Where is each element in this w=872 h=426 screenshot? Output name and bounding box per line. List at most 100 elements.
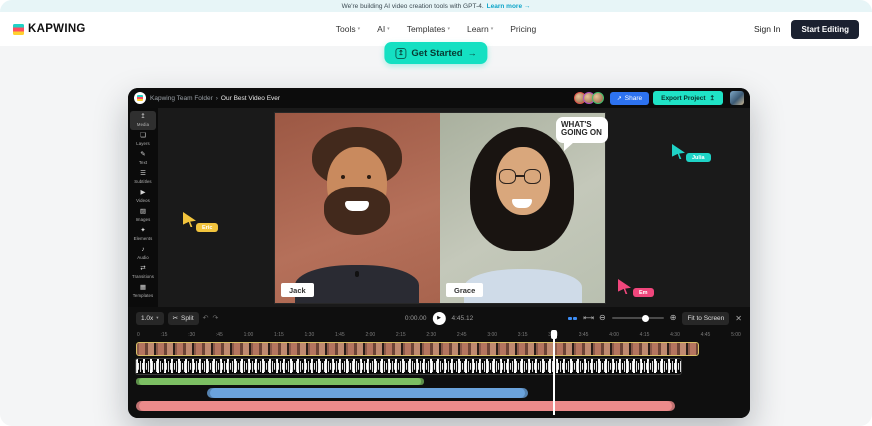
breadcrumb-folder[interactable]: Kapwing Team Folder [150,95,213,102]
transitions-icon: ⇄ [140,266,145,273]
sidebar-item-elements[interactable]: ✦ Elements [130,225,156,244]
speaker-name-tag[interactable]: Grace [446,283,483,297]
collab-cursor-eric [183,212,196,227]
ruler-tick: 2:15 [396,332,406,338]
subtitles-icon: ☰ [140,171,146,178]
speaker-name-tag[interactable]: Jack [281,283,314,297]
playback-speed-button[interactable]: 1.0x ▾ [136,312,164,325]
glasses [499,169,516,184]
nav-pricing[interactable]: Pricing [510,24,536,34]
project-title[interactable]: Our Best Video Ever [221,95,280,102]
nav-tools[interactable]: Tools ▾ [336,24,360,34]
avatar[interactable] [592,92,604,104]
sidebar-item-images[interactable]: ▨ Images [130,206,156,225]
announcement-banner: We're building AI video creation tools w… [0,0,872,12]
sidebar-item-media[interactable]: ↥ Media [130,111,156,130]
main-nav: Tools ▾ AI ▾ Templates ▾ Learn ▾ Pricing [336,24,536,34]
header-actions: Sign In Start Editing [754,20,859,39]
collab-cursor-label: Em [633,288,654,297]
sidebar-item-videos[interactable]: ▶ Videos [130,187,156,206]
export-label: Export Project [661,95,705,102]
video-clip-track[interactable] [136,342,699,356]
timeline-ruler[interactable]: 0 :15 :30 :45 1:00 1:15 1:30 1:45 2:00 2… [136,329,742,341]
pink-clip[interactable] [136,401,675,411]
chevron-down-icon: ▾ [156,315,158,321]
glasses-bridge [516,175,524,177]
editor-body: ↥ Media ❏ Layers ✎ Text ☰ Subtitles ▶ [128,108,750,307]
kapwing-logo[interactable]: KAPWING [13,23,86,35]
speech-bubble-tail [564,142,574,151]
kapwing-flag-icon [137,95,143,101]
close-timeline-icon[interactable]: ✕ [735,314,742,323]
scissors-icon: ✂ [173,314,178,322]
snap-toggle[interactable] [568,317,578,320]
sidebar-item-text[interactable]: ✎ Text [130,149,156,168]
audio-waveform-track[interactable] [136,359,681,374]
green-clip[interactable] [136,378,424,385]
start-editing-button[interactable]: Start Editing [791,20,859,39]
video-canvas: Jack Grace WHAT'S GOING ON [275,113,605,303]
undo-button[interactable]: ↶ [203,314,209,322]
fit-to-screen-button[interactable]: Fit to Screen [682,312,729,325]
nav-label: Templates [407,24,446,34]
sidebar-item-label: Layers [136,141,150,146]
ruler-tick: 2:00 [365,332,375,338]
sign-in-link[interactable]: Sign In [754,24,780,34]
get-started-button[interactable]: ↥ Get Started → [384,42,487,64]
glasses [524,169,541,184]
timeline-zoom-slider[interactable] [612,317,664,319]
person-eye [367,175,371,179]
export-project-button[interactable]: Export Project ↥ [653,91,723,105]
total-duration: 4:45.12 [452,315,474,322]
sidebar-item-layers[interactable]: ❏ Layers [130,130,156,149]
canvas-area: Jack Grace WHAT'S GOING ON [158,108,750,307]
ruler-tick: 2:45 [457,332,467,338]
speech-bubble-text: WHAT'S GOING ON [561,121,603,138]
arrow-right-icon: → [468,48,477,58]
fit-playhead-button[interactable]: ⇤⇥ [583,314,593,322]
sidebar-item-subtitles[interactable]: ☰ Subtitles [130,168,156,187]
ruler-tick: 5:00 [731,332,741,338]
split-button[interactable]: ✂ Split [168,312,199,325]
breadcrumb-separator: › [216,95,218,102]
split-label: Split [181,315,194,322]
sidebar-item-label: Templates [133,293,153,298]
nav-learn[interactable]: Learn ▾ [467,24,493,34]
sidebar-item-label: Elements [134,236,153,241]
kapwing-flag-icon [13,24,24,35]
playhead[interactable] [553,330,555,415]
ruler-tick: 2:30 [426,332,436,338]
zoom-out-button[interactable]: ⊖ [599,314,606,322]
sidebar-item-label: Transitions [132,274,154,279]
ruler-tick: 4:00 [609,332,619,338]
zoom-in-button[interactable]: ⊕ [670,314,677,322]
banner-learn-more-link[interactable]: Learn more → [487,3,531,10]
nav-ai[interactable]: AI ▾ [377,24,390,34]
timeline-section: 1.0x ▾ ✂ Split ↶ ↷ 0:00.00 ▶ 4:45.12 ⇤⇥ [128,307,750,418]
ruler-tick: 3:15 [518,332,528,338]
speed-label: 1.0x [141,315,153,322]
playhead-handle[interactable] [551,330,558,339]
chevron-down-icon: ▾ [491,27,494,32]
nav-templates[interactable]: Templates ▾ [407,24,450,34]
speech-bubble-text-element[interactable]: WHAT'S GOING ON [556,117,608,143]
sidebar-item-audio[interactable]: ♪ Audio [130,244,156,263]
chevron-down-icon: ▾ [447,27,450,32]
user-avatar[interactable] [730,91,744,105]
slider-knob[interactable] [642,315,649,322]
ruler-tick: :15 [161,332,168,338]
sidebar-item-transitions[interactable]: ⇄ Transitions [130,263,156,282]
nav-label: AI [377,24,385,34]
ruler-tick: 1:15 [274,332,284,338]
blue-clip[interactable] [207,388,528,398]
play-button[interactable]: ▶ [433,312,446,325]
share-button[interactable]: ↗ Share [610,92,649,105]
images-icon: ▨ [140,209,146,216]
redo-button[interactable]: ↷ [213,314,219,322]
nav-label: Tools [336,24,356,34]
kapwing-editor-logo[interactable] [134,92,146,104]
sidebar-item-templates[interactable]: ▦ Templates [130,282,156,301]
video-panel-jack[interactable]: Jack [275,113,440,303]
site-header: KAPWING Tools ▾ AI ▾ Templates ▾ Learn ▾… [0,12,872,46]
editor-window: Kapwing Team Folder › Our Best Video Eve… [128,88,750,418]
